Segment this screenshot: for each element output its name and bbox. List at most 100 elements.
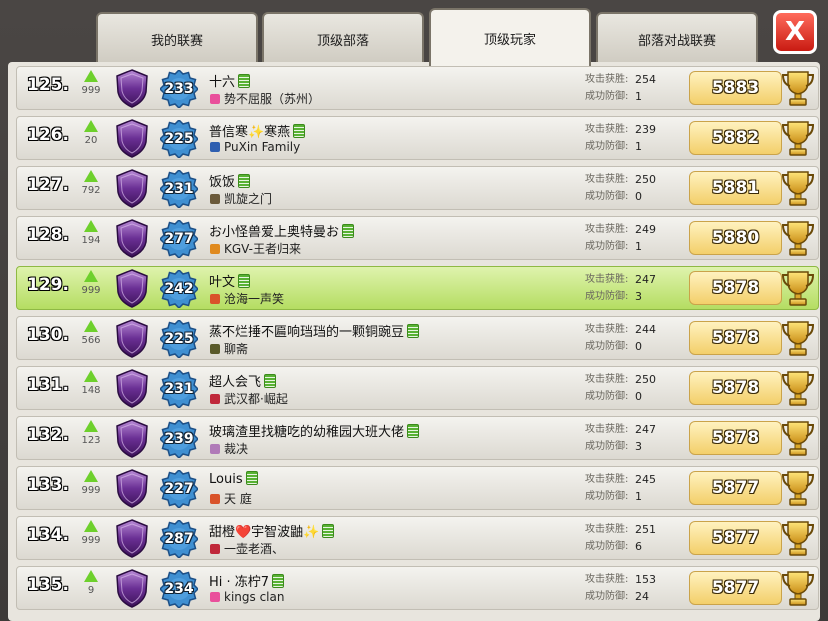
attack-defense-stats: 攻击获胜: 245 成功防御: 1	[585, 471, 695, 505]
defense-wins-label: 成功防御:	[585, 91, 629, 102]
xp-level: 227	[164, 481, 194, 497]
attack-wins-value: 249	[635, 223, 656, 236]
clan-name: 武汉都·崛起	[224, 392, 288, 406]
chat-icon[interactable]	[264, 374, 277, 388]
trophy-icon	[781, 471, 815, 506]
player-row[interactable]: 132. 123 239 玻璃渣里找糖吃的幼稚园大班大佬 裁决 攻击获胜: 247 成功防御:…	[16, 416, 819, 460]
player-list[interactable]: 125. 999 233 十六 势不屈服（苏州） 攻击获胜: 254 成功防御: 1 5883 12…	[8, 62, 820, 621]
player-row[interactable]: 127. 792 231 饭饭 凯旋之门 攻击获胜: 250 成功防御: 0 5881	[16, 166, 819, 210]
player-row[interactable]: 128. 194 277 お小怪兽爱上奥特曼お KGV-王者归来 攻击获胜: 249 成功防御…	[16, 216, 819, 260]
clan-line: 一壶老酒、	[210, 540, 284, 557]
trophy-count: 5877	[689, 471, 782, 505]
rank-change-value: 123	[81, 435, 101, 446]
chat-icon[interactable]	[238, 274, 251, 288]
xp-level-badge: 242	[158, 268, 200, 310]
rank-change: 566	[77, 320, 105, 346]
rank: 132.	[27, 425, 69, 445]
defense-wins-label: 成功防御:	[585, 491, 629, 502]
rank-change: 999	[77, 70, 105, 96]
player-row[interactable]: 134. 999 287 甜橙❤️宇智波鼬✨ 一壶老酒、 攻击获胜: 251 成功防御: 6 58…	[16, 516, 819, 560]
clan-line: 聊斋	[210, 340, 248, 357]
league-shield-icon	[116, 269, 148, 308]
tab-bar: 我的联赛 顶级部落 顶级玩家 部落对战联赛	[96, 8, 772, 66]
rank-up-icon	[84, 320, 98, 332]
rank: 125.	[27, 75, 69, 95]
defense-wins-value: 3	[635, 440, 642, 453]
rank: 128.	[27, 225, 69, 245]
clan-badge-icon	[210, 142, 220, 152]
xp-level-badge: 277	[158, 218, 200, 260]
chat-icon[interactable]	[245, 471, 258, 485]
chat-icon[interactable]	[342, 224, 355, 238]
defense-wins-value: 6	[635, 540, 642, 553]
chat-icon[interactable]	[293, 124, 306, 138]
xp-level: 225	[164, 131, 194, 147]
chat-icon[interactable]	[322, 524, 335, 538]
attack-wins-value: 245	[635, 473, 656, 486]
player-name-line: 蒸不烂捶不匾响珰珰的一颗铜豌豆	[209, 321, 420, 340]
tab-clan-war-league[interactable]: 部落对战联赛	[596, 12, 758, 64]
clan-badge-icon	[210, 244, 220, 254]
trophy-icon	[781, 321, 815, 356]
rank-up-icon	[84, 120, 98, 132]
xp-level: 277	[164, 231, 194, 247]
attack-wins-value: 247	[635, 423, 656, 436]
player-row[interactable]: 135. 9 234 Hi · 冻柠7 kings clan 攻击获胜: 153 成功防御: 2…	[16, 566, 819, 610]
clan-name: KGV-王者归来	[224, 242, 302, 256]
chat-icon[interactable]	[407, 324, 420, 338]
xp-level: 225	[164, 331, 194, 347]
trophy-icon	[781, 121, 815, 156]
close-button[interactable]: X	[773, 10, 817, 54]
rank-change: 9	[77, 570, 105, 596]
tab-top-clans[interactable]: 顶级部落	[262, 12, 424, 64]
player-name: 甜橙❤️宇智波鼬✨	[209, 525, 320, 540]
rank-change-value: 999	[81, 285, 101, 296]
rank: 131.	[27, 375, 69, 395]
player-name-line: 叶文	[209, 271, 251, 290]
trophy-count-box: 5882	[689, 118, 816, 158]
league-shield-icon	[116, 469, 148, 508]
rank-up-icon	[84, 70, 98, 82]
rank-change-value: 9	[87, 585, 95, 596]
attack-wins-value: 153	[635, 573, 656, 586]
player-row[interactable]: 125. 999 233 十六 势不屈服（苏州） 攻击获胜: 254 成功防御: 1 5883	[16, 66, 819, 110]
defense-wins-label: 成功防御:	[585, 391, 629, 402]
rank-change-value: 999	[81, 535, 101, 546]
clan-badge-icon	[210, 494, 220, 504]
trophy-icon	[781, 421, 815, 456]
player-row[interactable]: 130. 566 225 蒸不烂捶不匾响珰珰的一颗铜豌豆 聊斋 攻击获胜: 244 成功防御:…	[16, 316, 819, 360]
clan-name: 沧海一声笑	[224, 292, 285, 306]
clan-name: 天 庭	[224, 492, 252, 506]
rank-up-icon	[84, 570, 98, 582]
tab-top-players[interactable]: 顶级玩家	[429, 8, 591, 66]
rank-change: 999	[77, 470, 105, 496]
player-row[interactable]: 129. 999 242 叶文 沧海一声笑 攻击获胜: 247 成功防御: 3 5878	[16, 266, 819, 310]
player-name-line: 玻璃渣里找糖吃的幼稚园大班大佬	[209, 421, 420, 440]
chat-icon[interactable]	[407, 424, 420, 438]
trophy-count: 5882	[689, 121, 782, 155]
clan-line: kings clan	[210, 590, 284, 604]
attack-defense-stats: 攻击获胜: 250 成功防御: 0	[585, 371, 695, 405]
rank-change: 792	[77, 170, 105, 196]
player-name-line: 十六	[209, 71, 251, 90]
attack-defense-stats: 攻击获胜: 244 成功防御: 0	[585, 321, 695, 355]
player-row[interactable]: 126. 20 225 普信寒✨寒燕 PuXin Family 攻击获胜: 239 成功防御:…	[16, 116, 819, 160]
chat-icon[interactable]	[238, 174, 251, 188]
rank-change-value: 999	[81, 485, 101, 496]
chat-icon[interactable]	[238, 74, 251, 88]
chat-icon[interactable]	[272, 574, 285, 588]
player-row[interactable]: 131. 148 231 超人会飞 武汉都·崛起 攻击获胜: 250 成功防御: 0 5878	[16, 366, 819, 410]
attack-wins-value: 254	[635, 73, 656, 86]
player-name: 饭饭	[209, 175, 236, 190]
clan-line: 沧海一声笑	[210, 290, 284, 307]
attack-defense-stats: 攻击获胜: 254 成功防御: 1	[585, 71, 695, 105]
attack-wins-label: 攻击获胜:	[585, 474, 629, 485]
defense-wins-value: 1	[635, 240, 642, 253]
defense-wins-value: 0	[635, 390, 642, 403]
xp-level-badge: 225	[158, 318, 200, 360]
xp-level-badge: 231	[158, 168, 200, 210]
rank-change-value: 999	[81, 85, 101, 96]
player-name-line: Hi · 冻柠7	[209, 571, 285, 590]
tab-my-league[interactable]: 我的联赛	[96, 12, 258, 64]
player-row[interactable]: 133. 999 227 Louis 天 庭 攻击获胜: 245 成功防御: 1 5877	[16, 466, 819, 510]
